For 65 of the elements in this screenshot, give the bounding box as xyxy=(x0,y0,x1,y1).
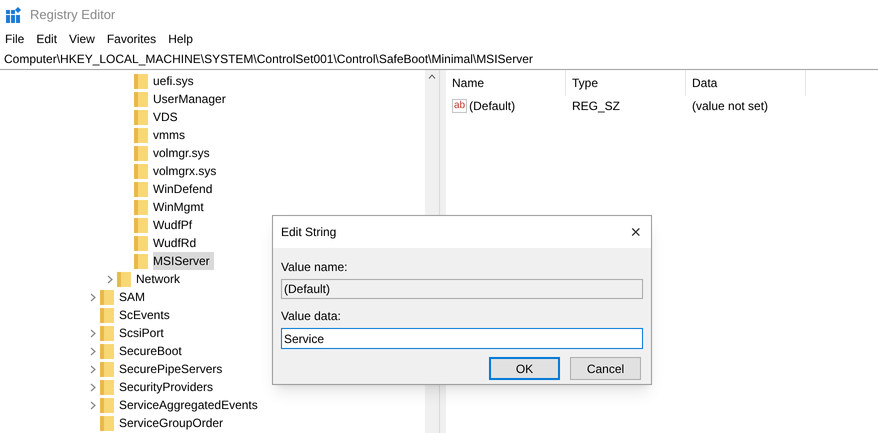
tree-item[interactable]: MSIServer xyxy=(153,252,214,270)
folder-icon xyxy=(134,199,148,215)
tree-item[interactable]: SecureBoot xyxy=(119,342,186,360)
folder-icon xyxy=(134,73,148,89)
value-type: REG_SZ xyxy=(571,98,622,115)
value-data: (value not set) xyxy=(691,98,770,115)
folder-icon xyxy=(100,379,114,395)
value-data-field[interactable]: Service xyxy=(281,328,643,349)
column-header[interactable]: Name xyxy=(446,70,566,96)
folder-icon xyxy=(100,289,114,305)
tree-item[interactable]: SecurityProviders xyxy=(119,378,218,396)
menu-item[interactable]: Help xyxy=(167,30,194,48)
tree-item[interactable]: uefi.sys xyxy=(153,72,198,90)
folder-icon xyxy=(134,127,148,143)
tree-item[interactable]: WinMgmt xyxy=(153,198,208,216)
folder-icon xyxy=(100,325,114,341)
value-name: (Default) xyxy=(469,98,516,115)
menu-item[interactable]: File xyxy=(4,30,26,48)
tree-item[interactable]: Network xyxy=(136,270,184,288)
expand-chevron-icon[interactable] xyxy=(90,292,96,302)
folder-icon xyxy=(100,361,114,377)
tree-item[interactable]: ServiceAggregatedEvents xyxy=(119,396,262,414)
tree-item[interactable]: UserManager xyxy=(153,90,230,108)
dialog-button[interactable]: Cancel xyxy=(570,357,641,380)
folder-icon xyxy=(134,235,148,251)
close-button[interactable]: × xyxy=(630,223,641,241)
folder-icon xyxy=(134,91,148,107)
tree-item[interactable]: WudfRd xyxy=(153,234,200,252)
folder-icon xyxy=(134,163,148,179)
column-header[interactable]: Data xyxy=(686,70,806,96)
folder-icon xyxy=(134,145,148,161)
tree-item[interactable]: vmms xyxy=(153,126,189,144)
tree-item[interactable]: SAM xyxy=(119,288,150,306)
tree-item[interactable]: SecurePipeServers xyxy=(119,360,226,378)
tree-item[interactable]: volmgr.sys xyxy=(153,144,214,162)
tree-item[interactable]: ScEvents xyxy=(119,306,174,324)
dialog-button[interactable]: OK xyxy=(489,357,560,380)
column-header[interactable]: Type xyxy=(566,70,686,96)
folder-icon xyxy=(100,307,114,323)
tree-item[interactable]: volmgrx.sys xyxy=(153,162,220,180)
window-title: Registry Editor xyxy=(30,6,116,24)
folder-icon xyxy=(134,217,148,233)
expand-chevron-icon[interactable] xyxy=(107,274,113,284)
dialog-title: Edit String xyxy=(281,224,336,241)
menu-item[interactable]: Favorites xyxy=(106,30,158,48)
folder-icon xyxy=(134,253,148,269)
folder-icon xyxy=(134,181,148,197)
field-label: Value data: xyxy=(281,308,342,325)
tree-item[interactable]: VDS xyxy=(153,108,182,126)
menu-item[interactable]: View xyxy=(68,30,96,48)
field-label: Value name: xyxy=(281,259,348,276)
tree-item[interactable]: WudfPf xyxy=(153,216,196,234)
folder-icon xyxy=(100,415,114,431)
address-bar[interactable]: Computer\HKEY_LOCAL_MACHINE\SYSTEM\ControlSet001\Control\SafeBoot\Minimal\MSIServer xyxy=(0,48,878,70)
registry-app-icon xyxy=(6,7,22,23)
string-value-icon: ab xyxy=(452,99,468,113)
tree-item[interactable]: ServiceGroupOrder xyxy=(119,414,228,432)
folder-icon xyxy=(100,397,114,413)
value-name-field: (Default) xyxy=(281,279,643,299)
folder-icon xyxy=(100,343,114,359)
tree-item[interactable]: ScsiPort xyxy=(119,324,168,342)
folder-icon xyxy=(134,109,148,125)
folder-icon xyxy=(117,271,131,287)
menu-item[interactable]: Edit xyxy=(35,30,58,48)
tree-item[interactable]: WinDefend xyxy=(153,180,216,198)
